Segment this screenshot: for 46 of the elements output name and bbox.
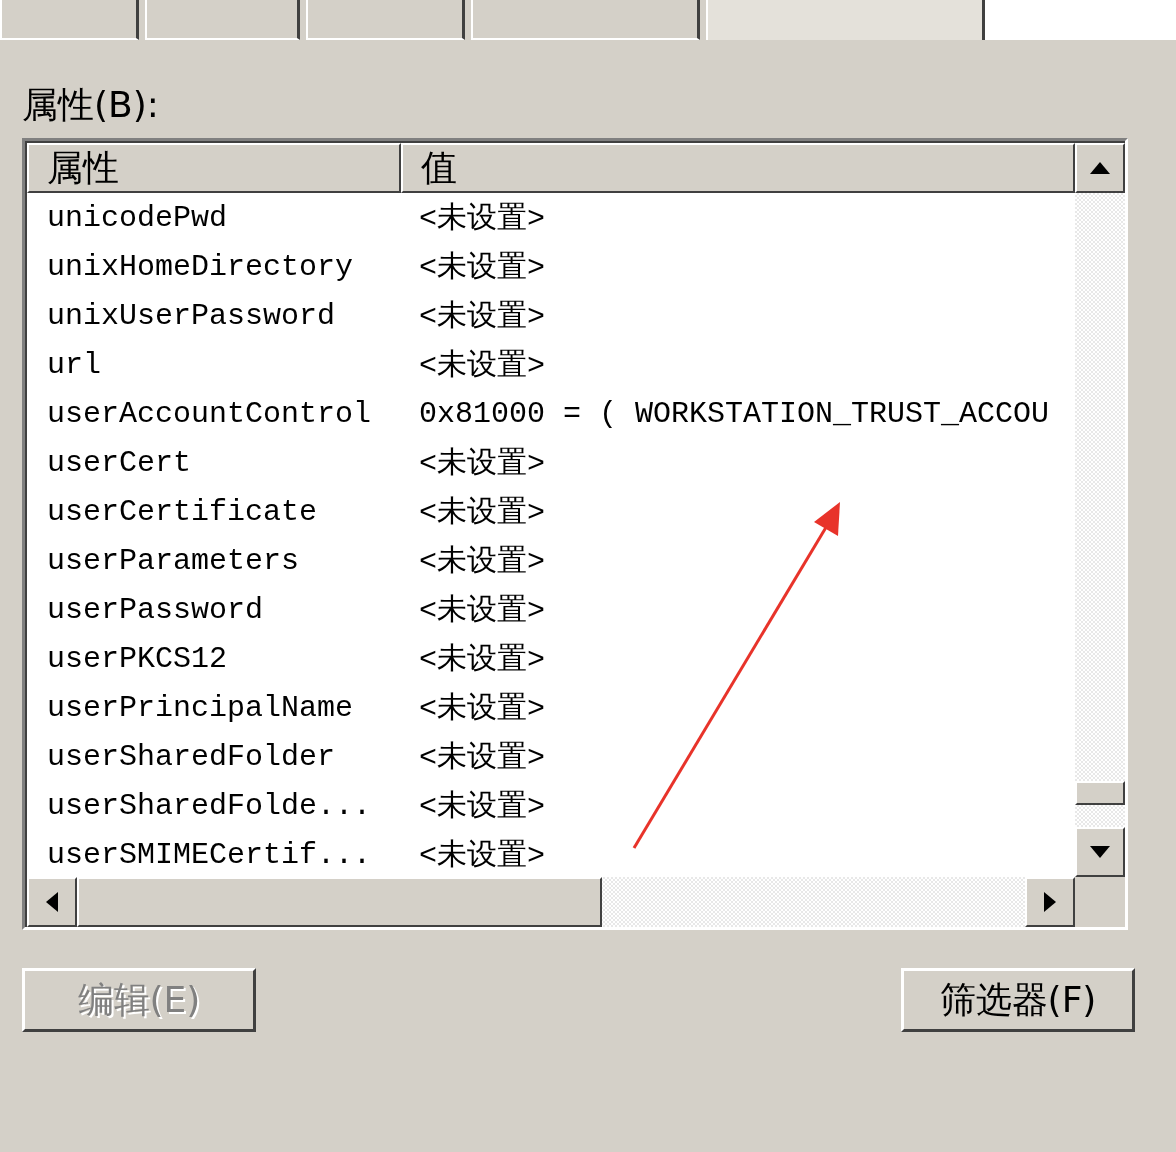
attribute-name: unixHomeDirectory — [46, 249, 355, 284]
attribute-value: <未设置> — [418, 593, 545, 630]
attribute-value: <未设置> — [418, 446, 545, 483]
attribute-name: userPKCS12 — [46, 641, 229, 676]
attribute-value: <未设置> — [418, 201, 545, 238]
attribute-name: userAccountControl — [46, 396, 373, 431]
attribute-name: userSharedFolde... — [46, 788, 373, 823]
attribute-value: <未设置> — [418, 838, 545, 875]
tab[interactable] — [0, 0, 139, 40]
attribute-name: unicodePwd — [46, 200, 229, 235]
attribute-name: userCertificate — [46, 494, 319, 529]
attributes-label: 属性(B): — [22, 83, 160, 127]
vertical-scrollbar[interactable] — [1075, 143, 1125, 877]
scroll-left-button[interactable] — [27, 877, 77, 927]
attribute-name: userCert — [46, 445, 193, 480]
attribute-value: <未设置> — [418, 740, 545, 777]
scroll-down-button[interactable] — [1075, 827, 1125, 877]
attribute-name: userParameters — [46, 543, 301, 578]
dialog-button[interactable]: 筛选器(F) — [901, 968, 1135, 1032]
attribute-name: userPrincipalName — [46, 690, 355, 725]
up-arrow-icon — [1089, 161, 1111, 175]
column-header[interactable]: 值 — [401, 143, 1075, 193]
attribute-value: 0x81000 = ( WORKSTATION_TRUST_ACCOU — [418, 396, 1050, 431]
attribute-value: <未设置> — [418, 495, 545, 532]
attribute-name: userSharedFolder — [46, 739, 337, 774]
attribute-value: <未设置> — [418, 642, 545, 679]
attribute-value: <未设置> — [418, 691, 545, 728]
attribute-name: userPassword — [46, 592, 265, 627]
scroll-up-button[interactable] — [1075, 143, 1125, 193]
attribute-name: url — [46, 347, 102, 382]
attribute-value: <未设置> — [418, 348, 545, 385]
horizontal-scrollbar[interactable] — [27, 877, 1075, 927]
scroll-thumb[interactable] — [1075, 781, 1125, 805]
attribute-value: <未设置> — [418, 250, 545, 287]
left-arrow-icon — [45, 891, 59, 913]
attribute-name: unixUserPassword — [46, 298, 337, 333]
attribute-name: userSMIMECertif... — [46, 837, 373, 872]
scrollbar-corner — [1075, 877, 1125, 927]
attribute-value: <未设置> — [418, 299, 545, 336]
attribute-value: <未设置> — [418, 789, 545, 826]
column-header[interactable]: 属性 — [27, 143, 401, 193]
down-arrow-icon — [1089, 845, 1111, 859]
scroll-thumb[interactable] — [77, 877, 602, 927]
scroll-right-button[interactable] — [1025, 877, 1075, 927]
right-arrow-icon — [1043, 891, 1057, 913]
attribute-value: <未设置> — [418, 544, 545, 581]
